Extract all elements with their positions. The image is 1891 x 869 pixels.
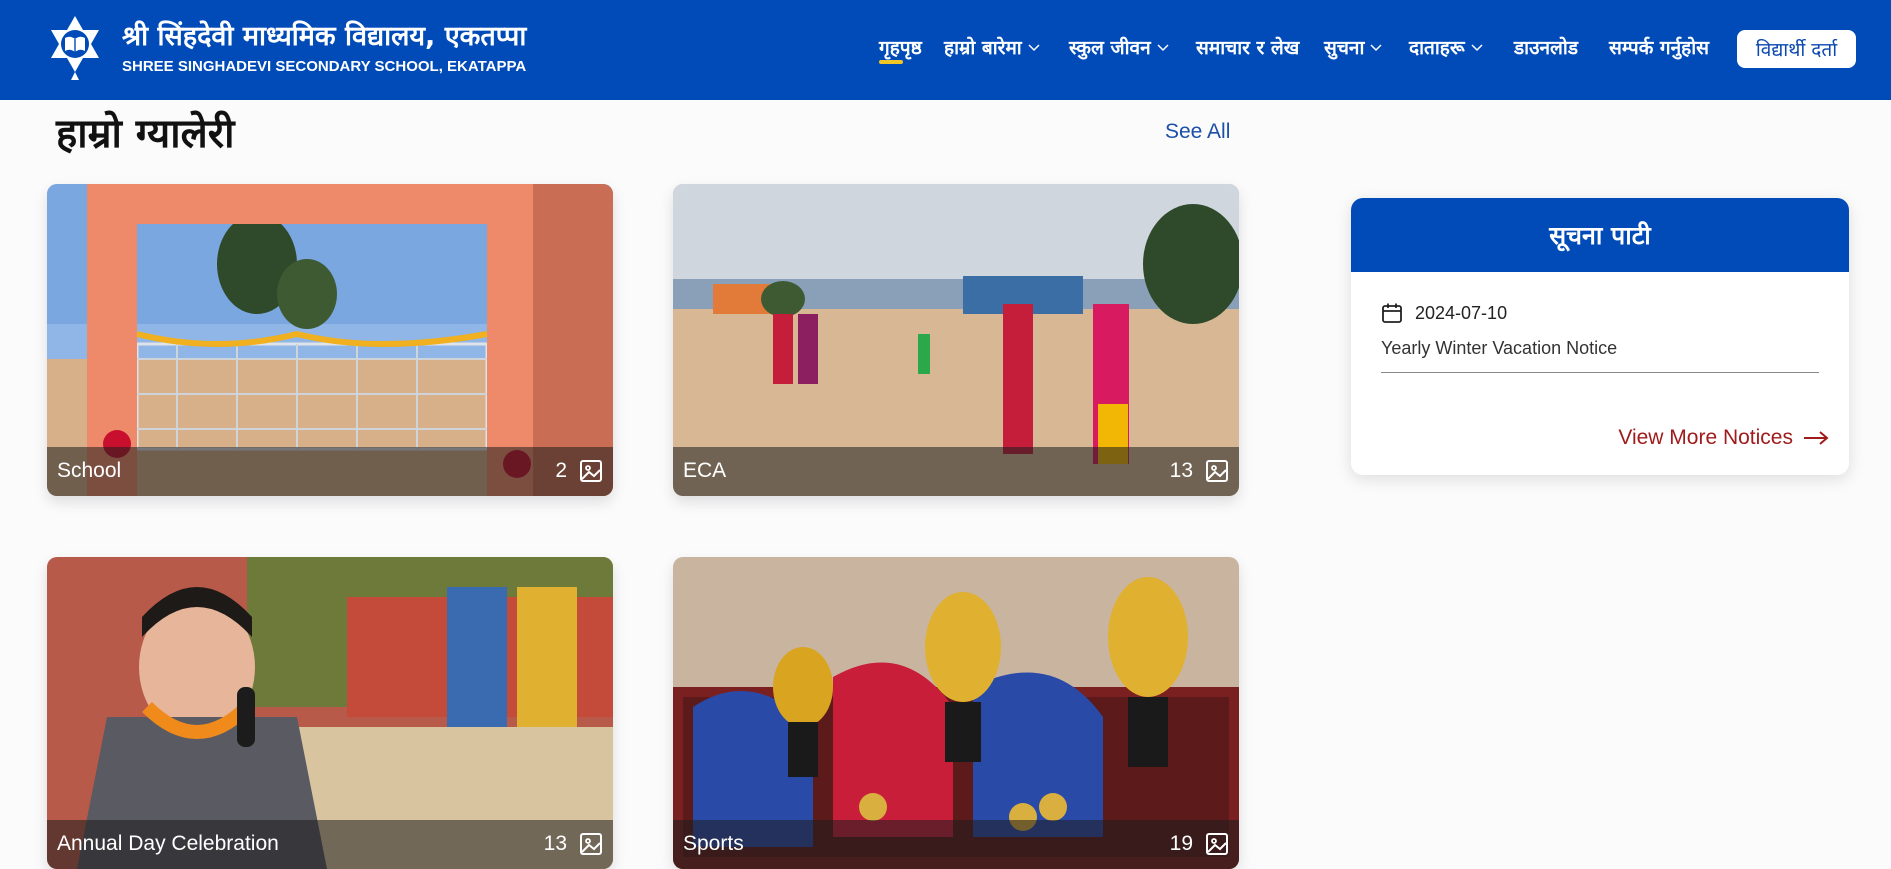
- see-all-link[interactable]: See All: [1165, 120, 1230, 144]
- album-name: School: [57, 459, 122, 482]
- notice-board: सूचना पाटी 2024-07-10 Yearly Winter Vaca…: [1351, 198, 1849, 475]
- nav-school-life[interactable]: स्कुल जीवन: [1069, 34, 1169, 60]
- album-caption-bar: Annual Day Celebration 13: [47, 820, 613, 869]
- album-photo-count: 2: [555, 459, 567, 482]
- album-caption-bar: Sports 19: [673, 820, 1239, 869]
- arrow-right-icon: [1804, 431, 1829, 445]
- view-more-label: View More Notices: [1618, 426, 1793, 449]
- album-card-annual-day[interactable]: Annual Day Celebration 13: [47, 557, 613, 869]
- nav-notices-label: सुचना: [1324, 37, 1365, 59]
- album-name: Annual Day Celebration: [57, 832, 279, 855]
- nav-about-us[interactable]: हाम्रो बारेमा: [944, 34, 1040, 60]
- album-caption-bar: ECA 13: [673, 447, 1239, 496]
- album-photo-count: 19: [1169, 832, 1193, 855]
- nav-download[interactable]: डाउनलोड: [1514, 34, 1578, 60]
- chevron-down-icon: [1471, 44, 1483, 52]
- gallery-title: हाम्रो ग्यालेरी: [56, 111, 235, 157]
- nav-donors-label: दाताहरू: [1409, 37, 1465, 59]
- nav-school-life-label: स्कुल जीवन: [1069, 37, 1151, 59]
- album-photo-count: 13: [1169, 459, 1193, 482]
- school-name-nepali[interactable]: श्री सिंहदेवी माध्यमिक विद्यालय, एकतप्पा: [122, 16, 526, 53]
- student-admission-button[interactable]: विद्यार्थी दर्ता: [1737, 30, 1856, 68]
- notice-board-title: सूचना पाटी: [1351, 198, 1849, 272]
- nav-contact[interactable]: सम्पर्क गर्नुहोस: [1609, 34, 1709, 60]
- chevron-down-icon: [1028, 44, 1040, 52]
- chevron-down-icon: [1157, 44, 1169, 52]
- nav-about-us-label: हाम्रो बारेमा: [944, 37, 1022, 59]
- school-name-english[interactable]: SHREE SINGHADEVI SECONDARY SCHOOL, EKATA…: [122, 58, 526, 75]
- image-icon: [1206, 460, 1228, 482]
- calendar-icon: [1382, 303, 1402, 323]
- nav-home-label: गृहपृष्ठ: [879, 37, 922, 59]
- nav-news-articles[interactable]: समाचार र लेख: [1196, 34, 1299, 60]
- chevron-down-icon: [1370, 44, 1382, 52]
- notice-date: 2024-07-10: [1381, 302, 1507, 324]
- image-icon: [580, 460, 602, 482]
- album-card-eca[interactable]: ECA 13: [673, 184, 1239, 496]
- album-name: Sports: [683, 832, 744, 855]
- album-photo-count: 13: [543, 832, 567, 855]
- nav-contact-label: सम्पर्क गर्नुहोस: [1609, 37, 1710, 59]
- nav-notices[interactable]: सुचना: [1324, 34, 1382, 60]
- notice-title-link[interactable]: Yearly Winter Vacation Notice: [1381, 338, 1617, 359]
- nav-donors[interactable]: दाताहरू: [1409, 34, 1483, 60]
- view-more-notices-link[interactable]: View More Notices: [1618, 426, 1829, 450]
- nav-news-articles-label: समाचार र लेख: [1196, 37, 1300, 59]
- notice-date-text: 2024-07-10: [1415, 302, 1508, 323]
- nav-download-label: डाउनलोड: [1514, 37, 1579, 59]
- image-icon: [1206, 833, 1228, 855]
- star-book-logo-icon[interactable]: [43, 16, 107, 84]
- divider: [1381, 372, 1819, 373]
- site-header: श्री सिंहदेवी माध्यमिक विद्यालय, एकतप्पा…: [0, 0, 1891, 100]
- album-caption-bar: School 2: [47, 447, 613, 496]
- image-icon: [580, 833, 602, 855]
- active-nav-indicator: [879, 60, 903, 64]
- album-card-sports[interactable]: Sports 19: [673, 557, 1239, 869]
- album-card-school[interactable]: School 2: [47, 184, 613, 496]
- album-name: ECA: [683, 459, 727, 482]
- nav-home[interactable]: गृहपृष्ठ: [879, 34, 922, 60]
